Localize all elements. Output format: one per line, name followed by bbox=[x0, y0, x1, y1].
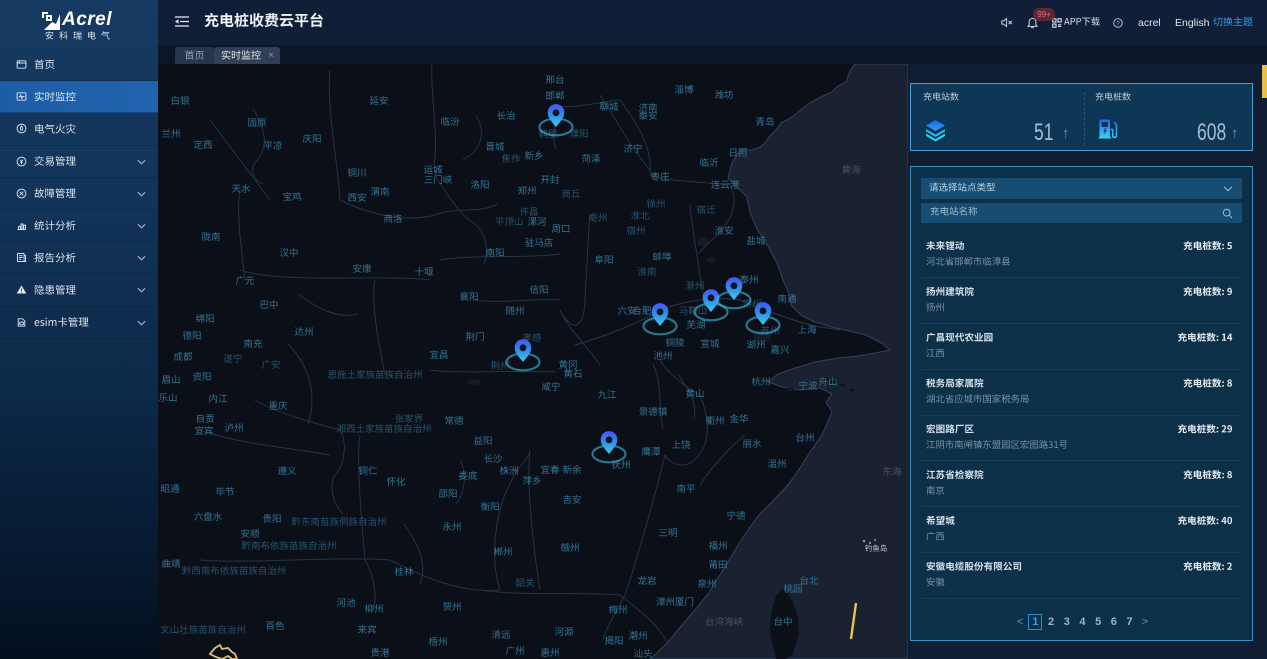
svg-text:?: ? bbox=[1116, 20, 1120, 27]
